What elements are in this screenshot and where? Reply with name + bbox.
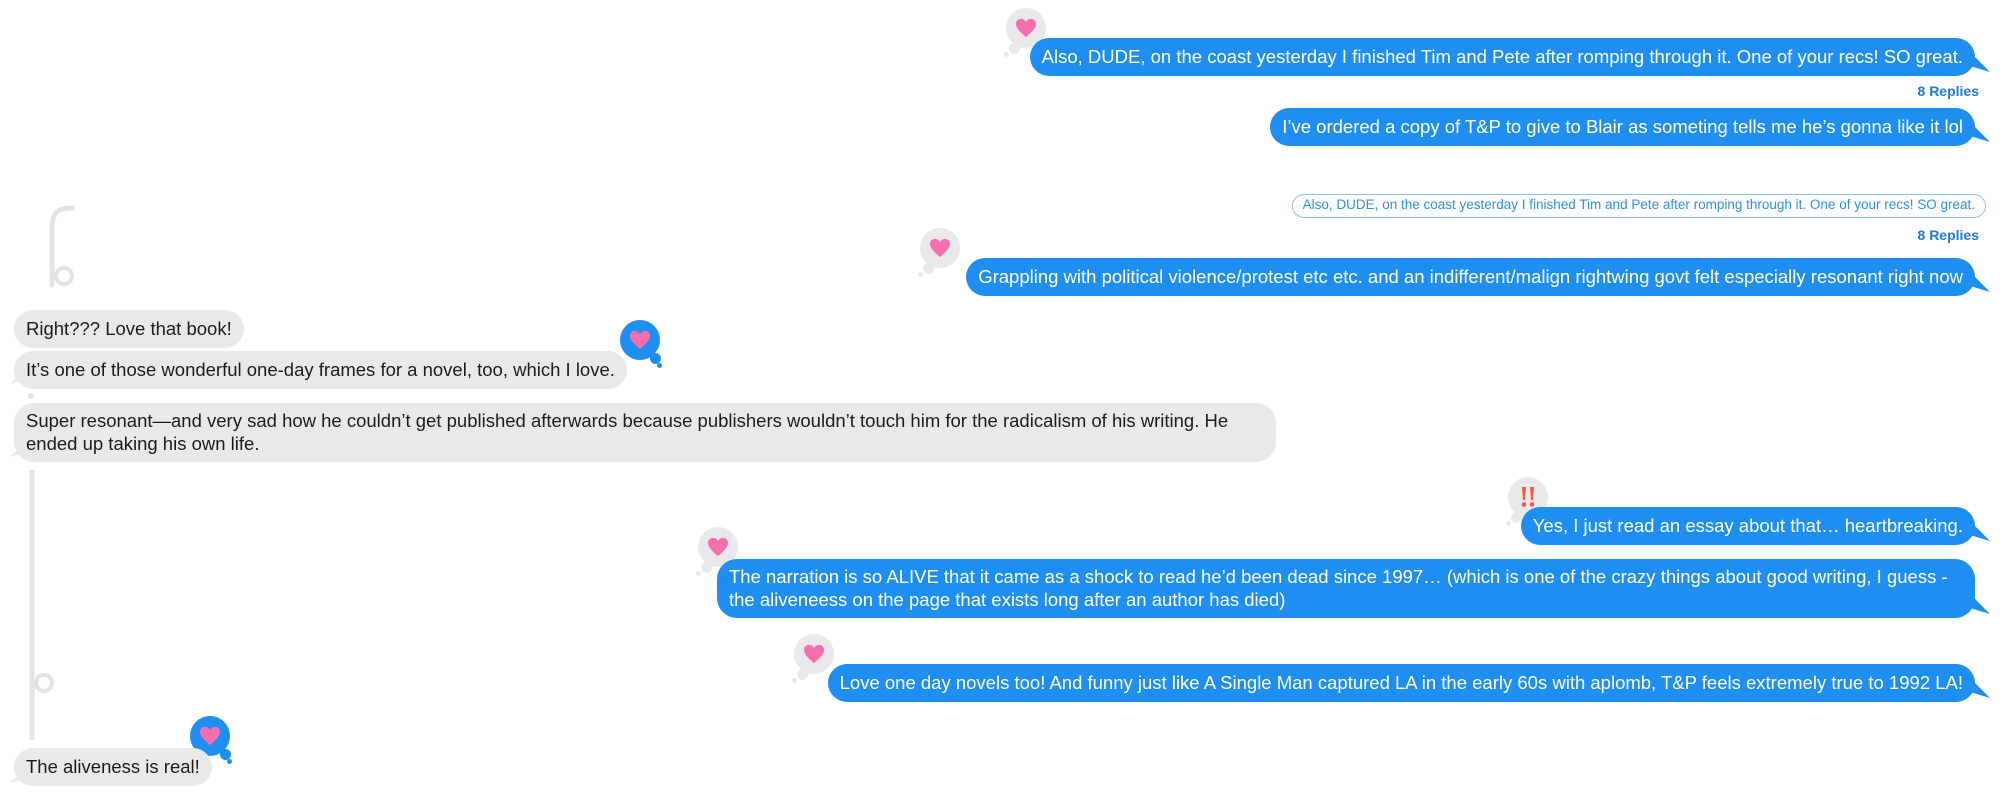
message-bubble-m2[interactable]: I’ve ordered a copy of T&P to give to Bl… bbox=[1270, 108, 1975, 146]
heart-icon bbox=[630, 330, 650, 350]
heart-icon bbox=[708, 537, 728, 557]
message-bubble-m4[interactable]: Right??? Love that book! bbox=[14, 310, 244, 348]
quoted-reply-bubble[interactable]: Also, DUDE, on the coast yesterday I fin… bbox=[1291, 194, 1986, 218]
thread-connector-bottom bbox=[29, 470, 54, 740]
message-bubble-m5[interactable]: It’s one of those wonderful one-day fram… bbox=[14, 351, 627, 389]
replies-link[interactable]: 8 Replies bbox=[1918, 227, 1979, 243]
heart-icon bbox=[200, 726, 220, 746]
double-exclamation-icon bbox=[1521, 487, 1535, 507]
message-bubble-m10[interactable]: The aliveness is real! bbox=[14, 748, 212, 786]
message-bubble-m1[interactable]: Also, DUDE, on the coast yesterday I fin… bbox=[1029, 38, 1975, 76]
message-bubble-m9[interactable]: Love one day novels too! And funny just … bbox=[827, 664, 1975, 702]
heart-tapback[interactable] bbox=[918, 228, 972, 280]
heart-tapback[interactable] bbox=[620, 320, 666, 370]
heart-icon bbox=[1016, 18, 1036, 38]
thread-connector-top bbox=[49, 205, 75, 288]
message-bubble-m8[interactable]: The narration is so ALIVE that it came a… bbox=[717, 559, 1975, 618]
replies-link[interactable]: 8 Replies bbox=[1918, 83, 1979, 99]
heart-icon bbox=[804, 644, 824, 664]
thread-connector-dot bbox=[28, 393, 34, 399]
message-bubble-m3[interactable]: Grappling with political violence/protes… bbox=[966, 258, 1975, 296]
message-bubble-m7[interactable]: Yes, I just read an essay about that… he… bbox=[1520, 507, 1975, 545]
heart-icon bbox=[930, 238, 950, 258]
message-bubble-m6[interactable]: Super resonant—and very sad how he could… bbox=[14, 403, 1276, 462]
